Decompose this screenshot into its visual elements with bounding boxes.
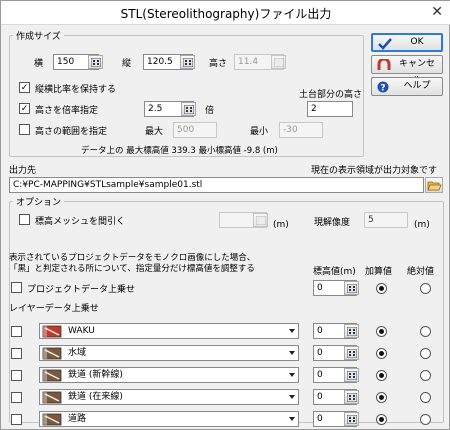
layer-checkbox[interactable] [11, 326, 22, 337]
min-label: 最小 [250, 127, 269, 137]
cancel-button[interactable]: キャンセル [371, 55, 443, 86]
stl-output-dialog: STL(Stereolithography)ファイル出力 ✕ 作成サイズ 横 1… [0, 0, 450, 430]
layer-add-radio[interactable] [376, 414, 387, 425]
layer-abs-radio[interactable] [420, 414, 431, 425]
layer-book-icon [42, 413, 62, 426]
range-checkbox[interactable] [19, 124, 30, 135]
col-add-header: 加算値 [365, 267, 393, 277]
project-add-radio[interactable] [376, 283, 387, 294]
calculator-icon[interactable] [344, 390, 359, 404]
description-line2: 「黒」と判定される所について、指定量分だけ標高値を調整する [9, 264, 255, 274]
chevron-down-icon [289, 417, 295, 421]
output-note: 現在の表示領域が出力対象です [311, 166, 438, 176]
layer-overlay-label: レイヤーデータ上乗せ [9, 304, 99, 314]
project-overlay-label: プロジェクトデータ上乗せ [27, 285, 136, 295]
calculator-icon[interactable] [344, 281, 359, 295]
col-elevation-header: 標高値(m) [313, 267, 356, 277]
layer-name: 鉄道 (在来線) [68, 392, 123, 402]
project-abs-radio[interactable] [420, 283, 431, 294]
layer-checkbox[interactable] [11, 392, 22, 403]
max-input: 500 [173, 122, 217, 138]
resolution-label: 現解像度 [314, 218, 351, 228]
checkmark-icon [378, 38, 392, 50]
layer-checkbox[interactable] [11, 414, 22, 425]
resolution-unit: (m) [414, 220, 430, 230]
svg-text:?: ? [380, 84, 385, 94]
options-label: オプション [13, 195, 65, 208]
layer-add-radio[interactable] [376, 392, 387, 403]
min-input: -30 [279, 122, 323, 138]
col-abs-header: 絶対値 [407, 267, 435, 277]
question-icon: ? [377, 81, 389, 93]
layer-select[interactable]: WAKU [39, 323, 299, 339]
elevation-info: データ上の 最大標高値 339.3 最小標高値 -9.8 (m) [81, 146, 278, 156]
magnet-icon [377, 59, 391, 70]
calculator-icon [271, 55, 286, 69]
layer-add-radio[interactable] [376, 348, 387, 359]
layer-book-icon [42, 369, 62, 382]
calculator-icon[interactable] [344, 346, 359, 360]
calculator-icon[interactable] [181, 102, 196, 116]
layer-abs-radio[interactable] [420, 348, 431, 359]
thin-mesh-checkbox[interactable] [19, 214, 30, 225]
chevron-down-icon [289, 373, 295, 377]
thin-mesh-label: 標高メッシュを間引く [35, 217, 126, 227]
calculator-icon[interactable] [88, 55, 103, 69]
width-label: 横 [34, 59, 44, 69]
title-bar: STL(Stereolithography)ファイル出力 ✕ [1, 1, 450, 25]
layer-name: 鉄道 (新幹線) [68, 370, 123, 380]
layer-name: 道路 [68, 414, 87, 424]
height-label: 縦 [122, 59, 132, 69]
chevron-down-icon [289, 329, 295, 333]
layer-checkbox[interactable] [11, 370, 22, 381]
alt-label: 高さ [209, 59, 228, 69]
layer-select[interactable]: 鉄道 (在来線) [39, 389, 299, 405]
layer-select[interactable]: 鉄道 (新幹線) [39, 367, 299, 383]
layer-add-radio[interactable] [376, 370, 387, 381]
layer-book-icon [42, 391, 62, 404]
calculator-icon[interactable] [180, 55, 195, 69]
layer-select[interactable]: 水域 [39, 345, 299, 361]
scale-label: 高さを倍率指定 [35, 106, 99, 116]
resolution-input: 5 [364, 212, 408, 228]
keep-ratio-checkbox[interactable] [19, 82, 30, 93]
layer-abs-radio[interactable] [420, 370, 431, 381]
range-label: 高さの範囲を指定 [35, 127, 108, 137]
ok-button[interactable]: OK [371, 33, 443, 52]
calculator-icon[interactable] [344, 412, 359, 426]
layer-add-radio[interactable] [376, 326, 387, 337]
thin-mesh-unit: (m) [273, 220, 289, 230]
base-input[interactable]: 2 [307, 101, 353, 117]
layer-abs-radio[interactable] [420, 326, 431, 337]
layer-select[interactable]: 道路 [39, 411, 299, 427]
layer-checkbox[interactable] [11, 348, 22, 359]
ok-label: OK [410, 37, 424, 47]
help-button[interactable]: ? ヘルプ [371, 77, 443, 96]
scale-unit: 倍 [205, 106, 215, 116]
calculator-icon [253, 213, 268, 227]
chevron-down-icon [289, 351, 295, 355]
layer-name: 水域 [68, 348, 87, 358]
window-title: STL(Stereolithography)ファイル出力 [120, 7, 332, 21]
base-label: 土台部分の高さ [299, 90, 363, 100]
chevron-down-icon [289, 395, 295, 399]
layer-abs-radio[interactable] [420, 392, 431, 403]
layer-name: WAKU [68, 326, 95, 336]
layer-book-icon [42, 347, 62, 360]
output-path-input[interactable]: C:¥PC-MAPPING¥STLsample¥sample01.stl [9, 177, 424, 193]
scale-checkbox[interactable] [19, 103, 30, 114]
output-label: 出力先 [9, 166, 37, 176]
max-label: 最大 [145, 127, 164, 137]
calculator-icon[interactable] [344, 324, 359, 338]
folder-open-icon[interactable] [425, 177, 443, 193]
keep-ratio-label: 縦横比率を保持する [35, 85, 117, 95]
close-icon[interactable]: ✕ [431, 4, 443, 20]
help-label: ヘルプ [403, 81, 431, 91]
layer-book-icon [42, 325, 62, 338]
create-size-label: 作成サイズ [13, 29, 64, 42]
project-overlay-checkbox[interactable] [11, 282, 22, 293]
calculator-icon[interactable] [344, 368, 359, 382]
